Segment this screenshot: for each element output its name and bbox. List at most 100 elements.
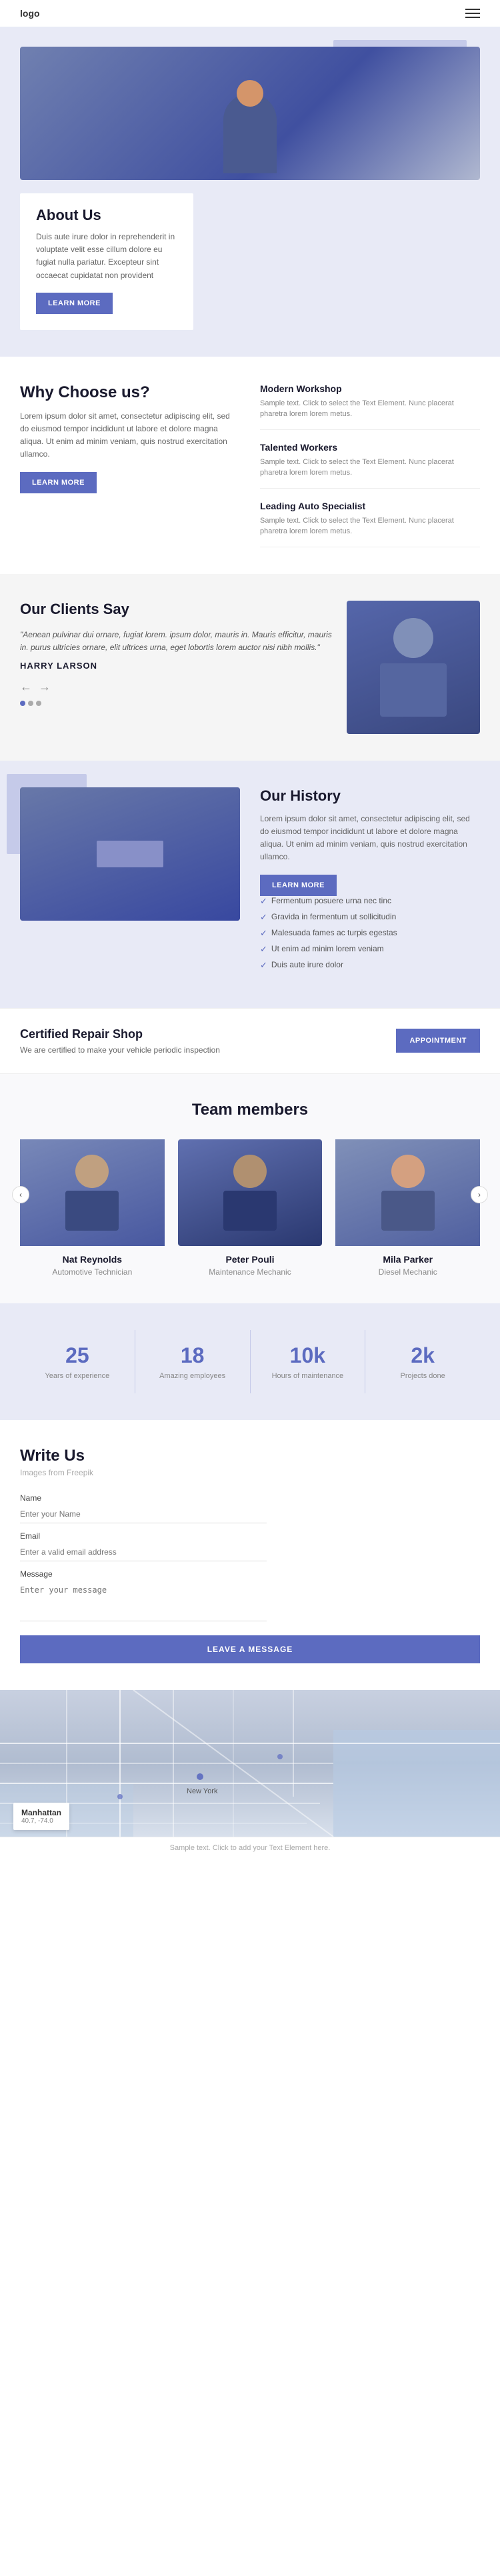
team-name-3: Mila Parker [335,1254,480,1265]
about-title: About Us [36,207,177,224]
map-location-label: Manhattan [21,1808,61,1817]
check-item-1: ✓Fermentum posuere urna nec tinc [260,896,480,907]
feature-item-1: Modern Workshop Sample text. Click to se… [260,383,480,430]
footer: Sample text. Click to add your Text Elem… [0,1837,500,1859]
next-arrow-button[interactable]: → [39,680,51,694]
check-icon-4: ✓ [260,944,267,955]
why-description: Lorem ipsum dolor sit amet, consectetur … [20,410,240,461]
team-role-2: Maintenance Mechanic [178,1267,323,1277]
hamburger-menu[interactable] [465,9,480,18]
slider-dots [20,701,333,706]
clients-left: Our Clients Say "Aenean pulvinar dui orn… [20,601,333,734]
why-section: Why Choose us? Lorem ipsum dolor sit ame… [0,357,500,574]
check-icon-1: ✓ [260,896,267,907]
name-input[interactable] [20,1505,267,1523]
team-next-button[interactable]: › [471,1186,488,1203]
dot-2[interactable] [28,701,33,706]
footer-text: Sample text. Click to add your Text Elem… [170,1844,331,1852]
stats-section: 25 Years of experience 18 Amazing employ… [0,1303,500,1420]
dot-1[interactable] [20,701,25,706]
team-name-2: Peter Pouli [178,1254,323,1265]
feature-3-desc: Sample text. Click to select the Text El… [260,515,480,537]
history-title: Our History [260,787,480,805]
certified-section: Certified Repair Shop We are certified t… [0,1008,500,1074]
check-icon-5: ✓ [260,960,267,971]
feature-1-desc: Sample text. Click to select the Text El… [260,398,480,420]
contact-form: Name Email Message [20,1493,480,1625]
about-description: Duis aute irure dolor in reprehenderit i… [36,231,177,282]
stat-employees-number: 18 [142,1343,243,1368]
team-card-3: Mila Parker Diesel Mechanic [335,1139,480,1277]
check-icon-3: ✓ [260,928,267,939]
check-item-4: ✓Ut enim ad minim lorem veniam [260,944,480,955]
feature-2-desc: Sample text. Click to select the Text El… [260,457,480,479]
feature-item-2: Talented Workers Sample text. Click to s… [260,442,480,489]
why-learn-more-button[interactable]: LEARN MORE [20,472,97,493]
name-label: Name [20,1493,267,1503]
clients-title: Our Clients Say [20,601,333,618]
stat-experience-number: 25 [27,1343,128,1368]
hamburger-line-1 [465,9,480,10]
feature-1-title: Modern Workshop [260,383,480,394]
stat-employees: 18 Amazing employees [135,1330,251,1393]
about-section: About Us Duis aute irure dolor in repreh… [0,27,500,357]
write-subtitle: Images from Freepik [20,1468,480,1477]
map-svg: New York [0,1690,500,1837]
client-quote: "Aenean pulvinar dui ornare, fugiat lore… [20,629,333,654]
check-item-3: ✓Malesuada fames ac turpis egestas [260,928,480,939]
team-card-1: Nat Reynolds Automotive Technician [20,1139,165,1277]
team-name-1: Nat Reynolds [20,1254,165,1265]
message-textarea[interactable] [20,1581,267,1621]
history-checklist: ✓Fermentum posuere urna nec tinc ✓Gravid… [260,896,480,971]
stat-maintenance-label: Hours of maintenance [257,1372,359,1380]
team-photo-2 [178,1139,323,1246]
map-info-box: Manhattan 40.7, -74.0 [13,1803,69,1830]
team-role-1: Automotive Technician [20,1267,165,1277]
why-title: Why Choose us? [20,383,240,402]
hamburger-line-2 [465,13,480,14]
feature-2-title: Talented Workers [260,442,480,453]
history-section: Our History Lorem ipsum dolor sit amet, … [0,761,500,1008]
send-message-button[interactable]: LEAVE A MESSAGE [20,1635,480,1663]
write-section: Write Us Images from Freepik Name Email … [0,1420,500,1690]
certified-description: We are certified to make your vehicle pe… [20,1045,220,1055]
map-background: New York Manhattan 40.7, -74.0 [0,1690,500,1837]
team-prev-button[interactable]: ‹ [12,1186,29,1203]
client-name: HARRY LARSON [20,661,333,671]
appointment-button[interactable]: APPOINTMENT [396,1029,480,1053]
dot-3[interactable] [36,701,41,706]
history-right: Our History Lorem ipsum dolor sit amet, … [260,787,480,981]
clients-section: Our Clients Say "Aenean pulvinar dui orn… [0,574,500,761]
history-learn-more-button[interactable]: LEARN MORE [260,875,337,896]
stat-employees-label: Amazing employees [142,1372,243,1380]
form-right-column [280,1493,480,1625]
check-icon-2: ✓ [260,912,267,923]
team-role-3: Diesel Mechanic [335,1267,480,1277]
team-grid: ‹ Nat Reynolds Automotive Technician [20,1139,480,1277]
history-left [20,787,240,921]
navbar: logo [0,0,500,27]
about-text-box: About Us Duis aute irure dolor in repreh… [20,193,193,330]
check-item-5: ✓Duis aute irure dolor [260,960,480,971]
feature-item-3: Leading Auto Specialist Sample text. Cli… [260,501,480,547]
about-learn-more-button[interactable]: LEARN MORE [36,293,113,314]
prev-arrow-button[interactable]: ← [20,680,32,694]
stat-projects: 2k Projects done [365,1330,480,1393]
stat-projects-number: 2k [372,1343,473,1368]
slider-controls: ← → [20,680,333,694]
stat-experience: 25 Years of experience [20,1330,135,1393]
team-photo-3 [335,1139,480,1246]
stat-maintenance: 10k Hours of maintenance [251,1330,366,1393]
stat-projects-label: Projects done [372,1372,473,1380]
history-description: Lorem ipsum dolor sit amet, consectetur … [260,813,480,864]
history-photo [20,787,240,921]
email-input[interactable] [20,1543,267,1561]
name-field-group: Name [20,1493,267,1523]
feature-3-title: Leading Auto Specialist [260,501,480,511]
write-title: Write Us [20,1447,480,1465]
clients-mechanic-photo [347,601,480,734]
logo: logo [20,8,40,19]
certified-title: Certified Repair Shop [20,1027,220,1041]
message-label: Message [20,1569,267,1579]
hamburger-line-3 [465,17,480,18]
